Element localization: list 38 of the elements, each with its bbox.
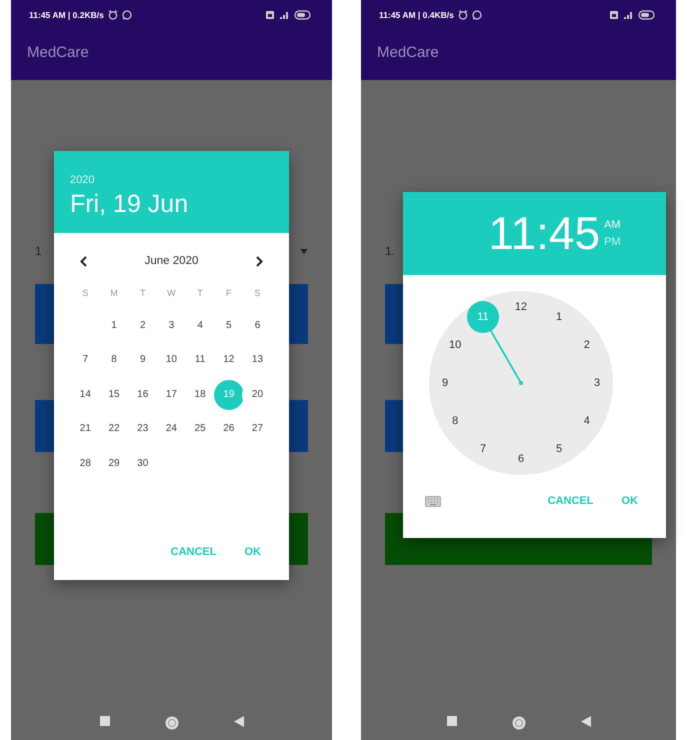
clock-number[interactable]: 3 (581, 367, 613, 399)
keyboard-icon[interactable] (425, 496, 441, 507)
clock-number[interactable]: 6 (505, 443, 537, 475)
recents-icon[interactable] (446, 716, 456, 726)
recents-icon[interactable] (100, 716, 110, 726)
back-icon[interactable] (580, 716, 590, 727)
spinner-text: 1 (35, 243, 42, 260)
chevron-left-icon[interactable] (80, 256, 87, 268)
sim-icon (265, 10, 275, 20)
home-icon[interactable] (164, 716, 178, 730)
weekday-label: T (197, 287, 203, 300)
app-title: MedCare (377, 44, 439, 61)
alarm-icon (458, 10, 468, 20)
home-icon[interactable] (512, 716, 526, 730)
month-title: June 2020 (144, 254, 198, 269)
caret-icon (300, 248, 308, 254)
weekday-label: S (254, 287, 260, 300)
weekday-label: S (82, 287, 88, 300)
chevron-right-icon[interactable] (256, 256, 263, 268)
clock-number[interactable]: 9 (429, 367, 461, 399)
spinner-text: 1. (385, 243, 396, 260)
battery-icon (294, 10, 312, 20)
clock-number[interactable]: 12 (505, 291, 537, 323)
sim-icon (609, 10, 619, 20)
signal-icon (279, 10, 290, 20)
battery-icon (638, 10, 656, 20)
alarm-icon (108, 10, 118, 20)
back-icon[interactable] (234, 716, 244, 727)
weekday-label: T (140, 287, 146, 300)
chat-icon (122, 10, 132, 20)
weekday-label: W (167, 287, 176, 300)
chat-icon (472, 10, 482, 20)
status-time: 11:45 AM | 0.4KB/s (379, 8, 454, 22)
signal-icon (623, 10, 634, 20)
weekday-label: M (110, 287, 118, 300)
status-time: 11:45 AM | 0.2KB/s (29, 8, 104, 22)
weekday-label: F (226, 287, 232, 300)
app-title: MedCare (27, 44, 89, 61)
